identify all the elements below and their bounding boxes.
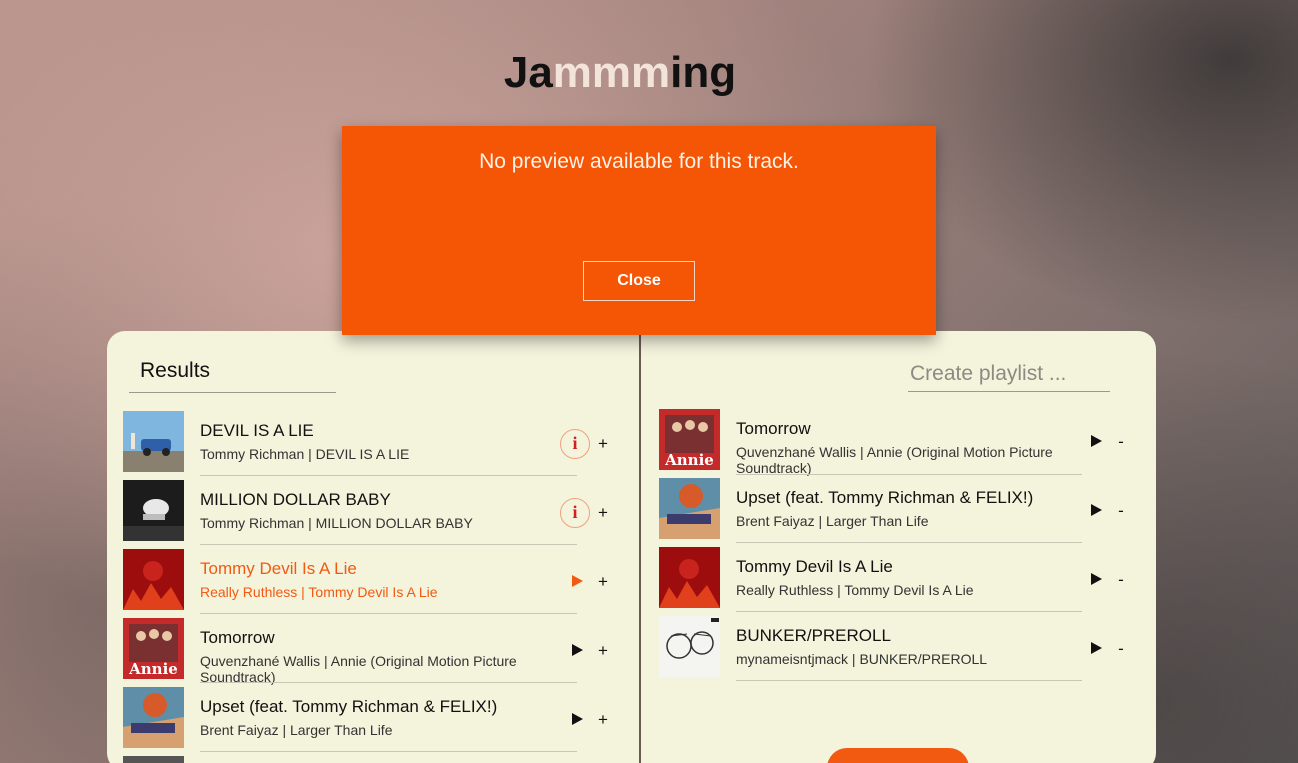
track-meta: Quvenzhané Wallis | Annie (Original Moti… — [736, 444, 1053, 476]
result-track[interactable]: DEVIL IS A LIE Tommy Richman | DEVIL IS … — [123, 411, 583, 476]
track-meta: Brent Faiyaz | Larger Than Life — [200, 722, 393, 738]
remove-track-button[interactable]: - — [1115, 639, 1127, 659]
track-name: BUNKER/PREROLL — [736, 626, 891, 645]
title-part: Ja — [503, 48, 553, 97]
track-meta: Quvenzhané Wallis | Annie (Original Moti… — [200, 653, 517, 685]
play-icon[interactable] — [570, 574, 584, 588]
track-name: Tomorrow — [200, 628, 275, 647]
main-panel: Results DEVIL IS A LIE Tommy Richman | D… — [107, 331, 1156, 763]
album-art — [659, 616, 720, 677]
row-divider — [200, 751, 577, 752]
play-icon[interactable] — [570, 712, 584, 726]
column-divider — [639, 331, 641, 763]
remove-track-button[interactable]: - — [1115, 501, 1127, 521]
track-meta: Really Ruthless | Tommy Devil Is A Lie — [200, 584, 438, 600]
album-art — [123, 480, 184, 541]
track-name: DEVIL IS A LIE — [200, 421, 314, 440]
play-icon[interactable] — [1089, 641, 1103, 655]
row-divider — [200, 682, 577, 683]
row-divider — [736, 680, 1082, 681]
remove-track-button[interactable]: - — [1115, 432, 1127, 452]
modal-message: No preview available for this track. — [479, 150, 799, 173]
playlist-name-input[interactable] — [908, 349, 1110, 392]
track-name: Tomorrow — [736, 419, 811, 438]
info-icon-button[interactable]: i — [560, 429, 590, 459]
row-divider — [736, 474, 1082, 475]
track-name: Tommy Devil Is A Lie — [736, 557, 893, 576]
track-meta: Tommy Richman | DEVIL IS A LIE — [200, 446, 410, 462]
results-heading: Results — [129, 349, 336, 393]
result-track-active[interactable]: Tommy Devil Is A Lie Really Ruthless | T… — [123, 549, 583, 614]
add-track-button[interactable]: + — [597, 572, 609, 592]
row-divider — [200, 613, 577, 614]
track-meta: Tommy Richman | MILLION DOLLAR BABY — [200, 515, 473, 531]
playlist-track[interactable]: Tommy Devil Is A Lie Really Ruthless | T… — [659, 547, 1089, 612]
album-art: Annie — [659, 409, 720, 470]
album-art — [123, 411, 184, 472]
remove-track-button[interactable]: - — [1115, 570, 1127, 590]
playlist-track[interactable]: Upset (feat. Tommy Richman & FELIX!) Bre… — [659, 478, 1089, 543]
track-name: MILLION DOLLAR BABY — [200, 490, 391, 509]
info-icon-button[interactable]: i — [560, 498, 590, 528]
album-art — [659, 547, 720, 608]
result-track[interactable]: Annie Tomorrow Quvenzhané Wallis | Annie… — [123, 618, 583, 685]
result-track[interactable]: MILLION DOLLAR BABY Tommy Richman | MILL… — [123, 480, 583, 545]
play-icon[interactable] — [1089, 503, 1103, 517]
album-art — [123, 756, 184, 763]
add-track-button[interactable]: + — [597, 434, 609, 454]
result-track[interactable]: Upset (feat. Tommy Richman & FELIX!) Bre… — [123, 687, 583, 752]
album-art — [659, 478, 720, 539]
track-name: Upset (feat. Tommy Richman & FELIX!) — [200, 697, 498, 716]
app-title: Jammming — [0, 48, 1240, 98]
row-divider — [200, 475, 577, 476]
track-name: Tommy Devil Is A Lie — [200, 559, 357, 578]
add-track-button[interactable]: + — [597, 641, 609, 661]
album-art — [123, 549, 184, 610]
svg-text:Annie: Annie — [664, 451, 714, 469]
playlist-track[interactable]: BUNKER/PREROLL mynameisntjmack | BUNKER/… — [659, 616, 1089, 681]
track-meta: mynameisntjmack | BUNKER/PREROLL — [736, 651, 988, 667]
close-button[interactable]: Close — [583, 261, 695, 301]
title-highlight: mmm — [552, 48, 671, 97]
track-meta: Really Ruthless | Tommy Devil Is A Lie — [736, 582, 974, 598]
play-icon[interactable] — [1089, 434, 1103, 448]
save-playlist-button[interactable] — [827, 748, 969, 763]
play-icon[interactable] — [570, 643, 584, 657]
add-track-button[interactable]: + — [597, 503, 609, 523]
album-art — [123, 687, 184, 748]
svg-text:Annie: Annie — [128, 660, 178, 678]
title-part: ing — [670, 48, 737, 97]
preview-modal: No preview available for this track. Clo… — [342, 126, 936, 335]
track-meta: Brent Faiyaz | Larger Than Life — [736, 513, 929, 529]
add-track-button[interactable]: + — [597, 710, 609, 730]
track-name: Upset (feat. Tommy Richman & FELIX!) — [736, 488, 1034, 507]
playlist-track[interactable]: Annie Tomorrow Quvenzhané Wallis | Annie… — [659, 409, 1089, 476]
album-art: Annie — [123, 618, 184, 679]
row-divider — [736, 611, 1082, 612]
row-divider — [736, 542, 1082, 543]
play-icon[interactable] — [1089, 572, 1103, 586]
row-divider — [200, 544, 577, 545]
